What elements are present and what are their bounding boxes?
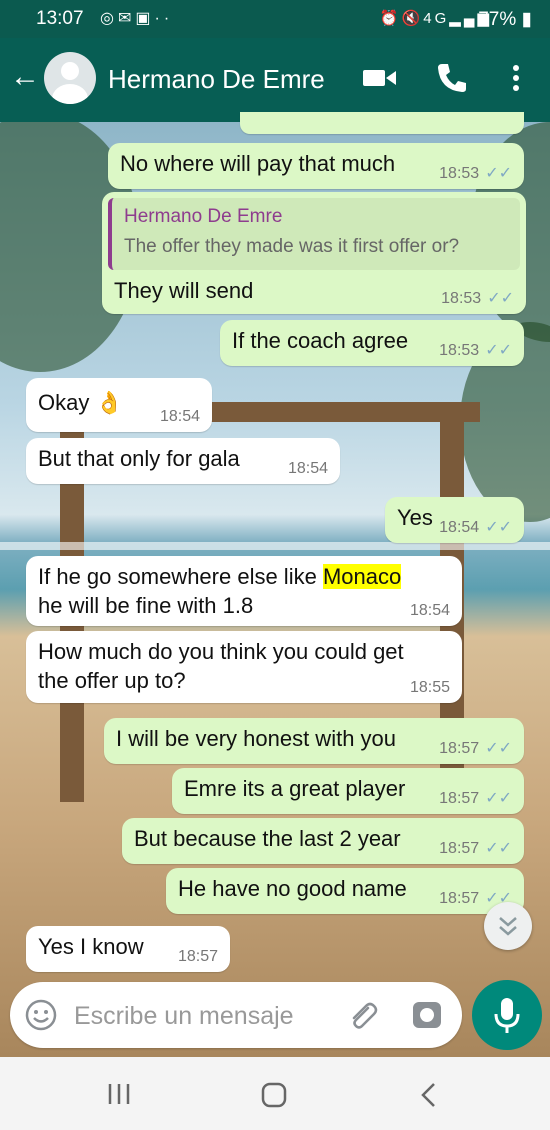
message-text-line1: If he go somewhere else like Monaco <box>38 564 402 590</box>
read-ticks-icon: ✓✓ <box>485 342 512 359</box>
message-text: He have no good name <box>178 876 407 901</box>
message-time: 18:54 <box>159 408 200 425</box>
message-text: But because the last 2 year <box>134 826 401 851</box>
message-time: 18:57 <box>439 740 480 757</box>
recent-apps-icon[interactable] <box>106 1081 132 1107</box>
message-text: Yes <box>397 505 433 530</box>
notification-icons: ◎✉▣·· <box>100 8 173 28</box>
message-time: 18:54 <box>439 519 480 536</box>
message-bubble-incoming[interactable]: But that only for gala 18:54 <box>26 438 340 484</box>
message-text: Okay 👌 <box>38 390 123 415</box>
message-time: 18:53 <box>439 342 480 359</box>
message-text: They will send <box>114 278 254 303</box>
message-text: Emre its a great player <box>184 776 406 801</box>
attach-icon[interactable] <box>344 998 378 1032</box>
chat-header: ← Hermano De Emre <box>0 38 550 122</box>
message-bubble-reply[interactable]: Hermano De Emre The offer they made was … <box>102 192 526 314</box>
message-text-line2: he will be fine with 1.8 <box>38 593 254 618</box>
read-ticks-icon: ✓✓ <box>485 165 512 182</box>
read-ticks-icon: ✓✓ <box>485 790 512 807</box>
message-bubble-outgoing[interactable]: No where will pay that much 18:53 ✓✓ <box>108 143 524 189</box>
message-text-line1: How much do you think you could get <box>38 639 404 664</box>
instagram-icon: ◎ <box>100 10 118 27</box>
message-time: 18:53 <box>439 165 480 182</box>
message-meta: 18:53 ✓✓ <box>441 288 514 308</box>
back-nav-icon[interactable] <box>416 1081 442 1109</box>
message-bubble-partial[interactable] <box>240 112 524 134</box>
message-bubble-outgoing[interactable]: If the coach agree 18:53 ✓✓ <box>220 320 524 366</box>
read-ticks-icon: ✓✓ <box>487 290 514 307</box>
quoted-message[interactable]: Hermano De Emre The offer they made was … <box>108 198 520 270</box>
message-bubble-incoming[interactable]: Yes I know 18:57 <box>26 926 230 972</box>
double-chevron-down-icon <box>499 917 517 936</box>
more-dots-icon: ·· <box>154 10 174 27</box>
message-input-bar[interactable]: Escribe un mensaje <box>10 982 462 1048</box>
battery-icon: ▮ <box>521 9 532 30</box>
quoted-author: Hermano De Emre <box>124 206 283 227</box>
message-bubble-incoming[interactable]: Okay 👌 18:54 <box>26 378 212 432</box>
message-meta: 18:57 ✓✓ <box>439 738 512 758</box>
message-bubble-outgoing[interactable]: Emre its a great player 18:57 ✓✓ <box>172 768 524 814</box>
status-bar: 13:07 ◎✉▣·· ⏰🔇4G▂▄▆ 77% ▮ <box>0 0 550 38</box>
message-time: 18:57 <box>177 948 218 965</box>
status-time: 13:07 <box>36 8 84 29</box>
message-time: 18:54 <box>287 460 328 477</box>
voice-call-icon[interactable] <box>432 58 472 98</box>
avatar[interactable] <box>44 52 96 104</box>
message-meta: 18:53 ✓✓ <box>439 340 512 360</box>
read-ticks-icon: ✓✓ <box>485 840 512 857</box>
mic-button[interactable] <box>472 980 542 1050</box>
system-icons: ⏰🔇4G▂▄▆ <box>380 9 492 27</box>
linkedin-icon: ▣ <box>135 10 155 27</box>
emoji-icon[interactable] <box>24 998 58 1032</box>
read-ticks-icon: ✓✓ <box>485 740 512 757</box>
back-arrow-icon[interactable]: ← <box>10 60 40 94</box>
message-bubble-incoming[interactable]: How much do you think you could get the … <box>26 631 462 703</box>
message-meta: 18:57 ✓✓ <box>439 788 512 808</box>
message-text: If the coach agree <box>232 328 409 353</box>
home-icon[interactable] <box>260 1081 288 1109</box>
alarm-icon: ⏰ <box>379 10 402 27</box>
message-meta: 18:57 ✓✓ <box>439 838 512 858</box>
message-meta: 18:53 ✓✓ <box>439 163 512 183</box>
message-time: 18:55 <box>409 679 450 696</box>
battery-level: 77% ▮ <box>478 8 532 31</box>
message-bubble-incoming[interactable]: If he go somewhere else like Monaco he w… <box>26 556 462 626</box>
more-vert-icon[interactable] <box>496 58 536 98</box>
system-nav-bar <box>0 1057 550 1130</box>
message-time: 18:54 <box>409 602 450 619</box>
mute-icon: 🔇 <box>401 10 424 27</box>
quoted-text: The offer they made was it first offer o… <box>124 236 460 257</box>
message-text: But that only for gala <box>38 446 240 471</box>
message-text-part: If he go somewhere else like <box>38 564 323 589</box>
message-time: 18:53 <box>441 290 482 307</box>
message-meta: 18:54 ✓✓ <box>439 517 512 537</box>
message-bubble-outgoing[interactable]: Yes 18:54 ✓✓ <box>385 497 524 543</box>
highlighted-word: Monaco <box>322 564 402 589</box>
message-bubble-outgoing[interactable]: But because the last 2 year 18:57 ✓✓ <box>122 818 524 864</box>
message-text: Yes I know <box>38 934 144 959</box>
contact-name[interactable]: Hermano De Emre <box>108 64 325 95</box>
4g-icon: 4G <box>423 10 450 27</box>
scroll-to-bottom-button[interactable] <box>484 902 532 950</box>
message-text-line2: the offer up to? <box>38 668 186 693</box>
message-input[interactable]: Escribe un mensaje <box>74 1002 294 1031</box>
battery-percent: 77% <box>478 9 517 30</box>
message-time: 18:57 <box>439 840 480 857</box>
read-ticks-icon: ✓✓ <box>485 519 512 536</box>
microphone-icon <box>494 998 520 1033</box>
message-text: No where will pay that much <box>120 151 396 176</box>
message-text: I will be very honest with you <box>116 726 397 751</box>
message-bubble-outgoing[interactable]: I will be very honest with you 18:57 ✓✓ <box>104 718 524 764</box>
video-call-icon[interactable] <box>360 58 400 98</box>
gmail-icon: ✉ <box>117 10 136 27</box>
message-time: 18:57 <box>439 890 480 907</box>
message-time: 18:57 <box>439 790 480 807</box>
message-bubble-outgoing[interactable]: He have no good name 18:57 ✓✓ <box>166 868 524 914</box>
camera-icon[interactable] <box>410 998 444 1032</box>
